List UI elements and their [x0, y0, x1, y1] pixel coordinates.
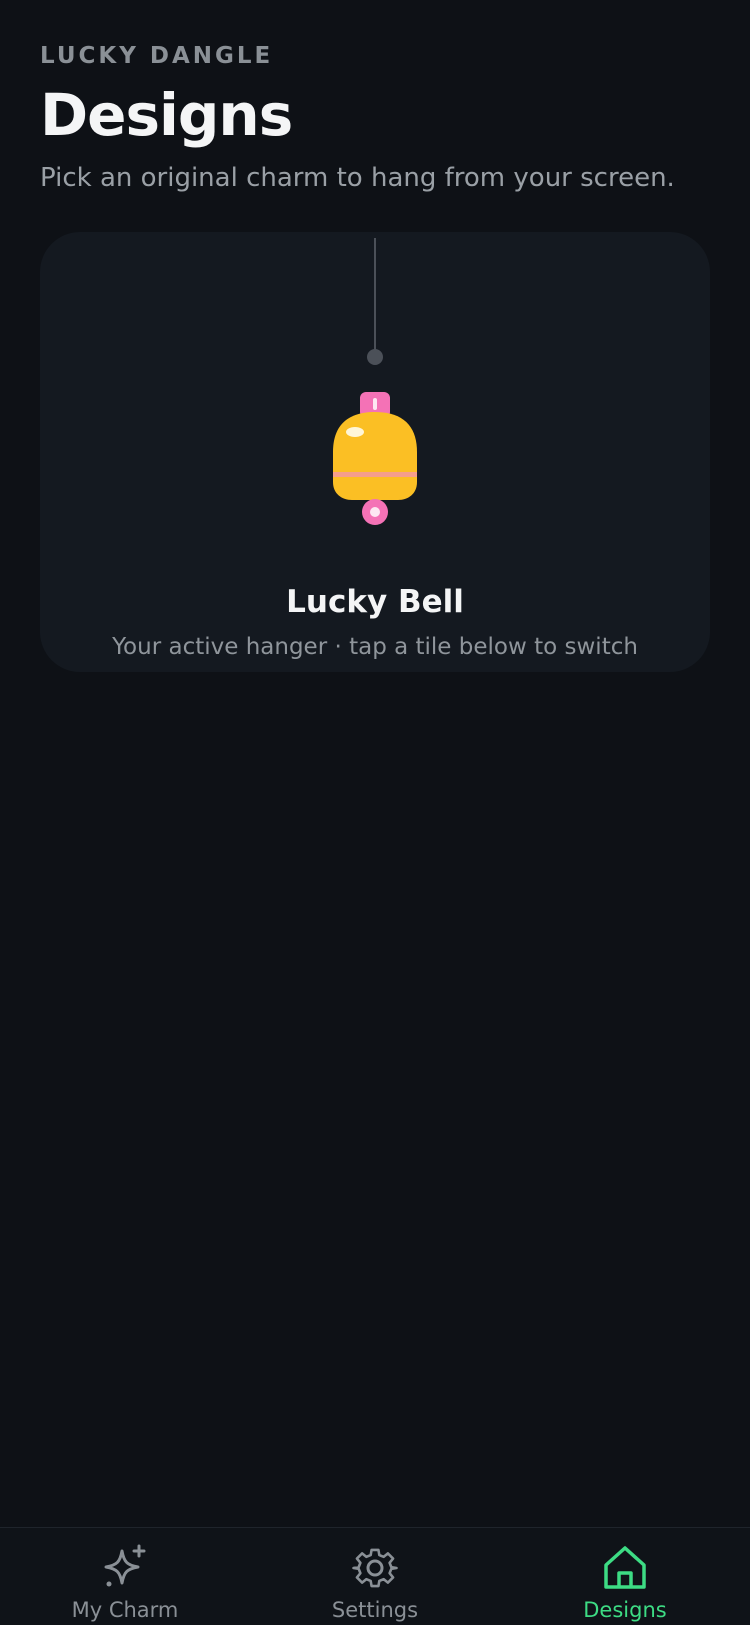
tab-designs-label: Designs	[583, 1598, 667, 1622]
bell-highlight	[346, 427, 364, 437]
active-charm-card: Lucky Bell Your active hanger · tap a ti…	[40, 232, 710, 672]
bell-body	[333, 412, 417, 500]
tab-designs[interactable]: Designs	[500, 1528, 750, 1625]
page-header: LUCKY DANGLE Designs Pick an original ch…	[40, 40, 720, 196]
active-charm-caption: Your active hanger · tap a tile below to…	[112, 634, 638, 660]
home-icon	[604, 1546, 646, 1589]
gear-icon	[352, 1548, 398, 1588]
active-charm-name: Lucky Bell	[286, 584, 464, 620]
hanging-pin	[367, 349, 383, 365]
page-subtitle: Pick an original charm to hang from your…	[40, 163, 675, 193]
tab-settings[interactable]: Settings	[250, 1528, 500, 1625]
app-name: LUCKY DANGLE	[40, 43, 274, 69]
tab-settings-label: Settings	[331, 1598, 419, 1622]
bell-band	[333, 472, 417, 477]
bottom-tab-bar: My Charm Settings Designs	[0, 1527, 750, 1625]
tab-my-charm-label: My Charm	[71, 1598, 179, 1622]
tab-my-charm[interactable]: My Charm	[0, 1528, 250, 1625]
page-title: Designs	[40, 81, 293, 149]
sparkle-icon	[104, 1544, 146, 1587]
